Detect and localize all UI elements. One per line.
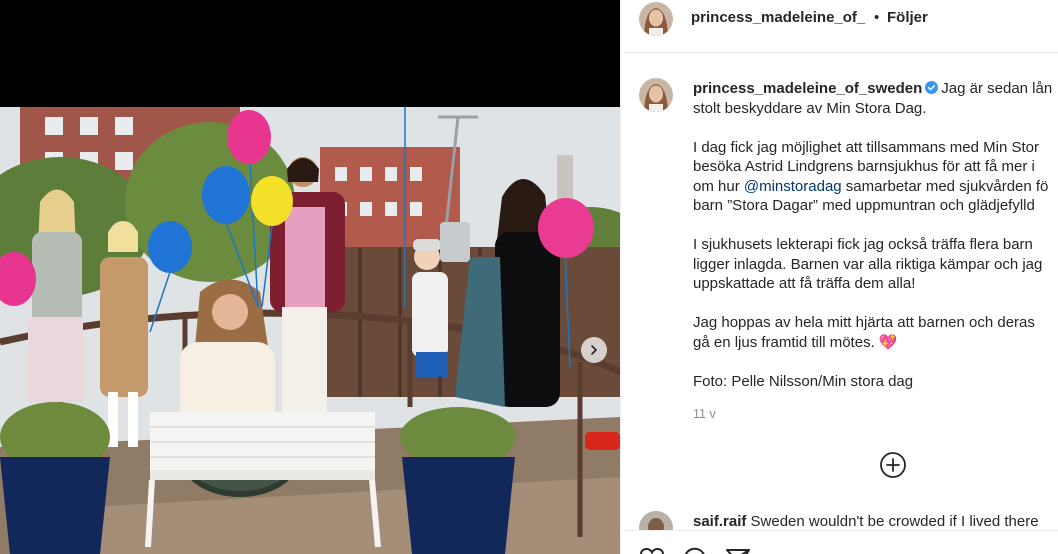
load-more-comments-button[interactable] bbox=[879, 451, 907, 479]
comment-icon[interactable] bbox=[683, 547, 709, 554]
chevron-right-icon bbox=[591, 345, 597, 355]
post-media[interactable] bbox=[0, 0, 620, 554]
post-header: princess_madeleine_of_ • Följer bbox=[621, 0, 1058, 53]
post-timestamp[interactable]: 11 v bbox=[693, 407, 716, 421]
following-button[interactable]: Följer bbox=[887, 9, 928, 26]
caption-avatar[interactable] bbox=[639, 78, 673, 112]
plus-circle-icon bbox=[880, 452, 906, 478]
share-icon[interactable] bbox=[725, 547, 751, 554]
caption-text-line: barn ”Stora Dagar” med uppmuntran och gl… bbox=[693, 197, 1035, 214]
caption-text-line: I sjukhusets lekterapi fick jag också tr… bbox=[693, 236, 1033, 253]
post-caption: princess_madeleine_of_sweden Jag är sedan… bbox=[693, 79, 1058, 391]
caption-text-line: Foto: Pelle Nilsson/Min stora dag bbox=[693, 372, 914, 390]
caption-text-segment: om hur bbox=[693, 177, 744, 195]
avatar-image bbox=[639, 2, 673, 36]
caption-text-line: Jag hoppas av hela mitt hjärta att barne… bbox=[693, 314, 1035, 331]
caption-text-line: stolt beskyddare av Min Stora Dag. bbox=[693, 99, 927, 117]
header-username[interactable]: princess_madeleine_of_ bbox=[691, 9, 865, 26]
caption-text-line: gå en ljus framtid till mötes. 💖 bbox=[693, 333, 898, 351]
mention-link[interactable]: @minstoradag bbox=[744, 178, 842, 195]
caption-text-line: Jag är sedan lån bbox=[941, 80, 1053, 97]
heart-icon[interactable] bbox=[639, 547, 665, 554]
caption-text-line: ligger inlagda. Barnen var alla riktiga … bbox=[693, 255, 1043, 273]
post-photo bbox=[0, 107, 620, 554]
caption-text-line: I dag fick jag möjlighet att tillsammans… bbox=[693, 138, 1039, 156]
next-image-button[interactable] bbox=[581, 337, 607, 363]
post-actions-bar bbox=[621, 530, 1058, 554]
comment: saif.raif Sweden wouldn't be crowded if … bbox=[693, 513, 1039, 530]
caption-text-line: besöka Astrid Lindgrens barnsjukhus för … bbox=[693, 158, 1035, 175]
caption-text-line: uppskattade att få träffa dem alla! bbox=[693, 275, 916, 292]
caption-username[interactable]: princess_madeleine_of_sweden bbox=[693, 80, 922, 97]
post-sidebar: princess_madeleine_of_ • Följer princess… bbox=[620, 0, 1058, 554]
verified-badge-icon bbox=[925, 81, 939, 94]
avatar[interactable] bbox=[639, 2, 673, 36]
header-separator: • bbox=[874, 9, 880, 26]
comment-text: Sweden wouldn't be crowded if I lived th… bbox=[750, 513, 1039, 530]
avatar-image bbox=[639, 78, 673, 112]
caption-text-segment: samarbetar med sjukvården fö bbox=[841, 177, 1049, 195]
comment-username[interactable]: saif.raif bbox=[693, 513, 746, 530]
